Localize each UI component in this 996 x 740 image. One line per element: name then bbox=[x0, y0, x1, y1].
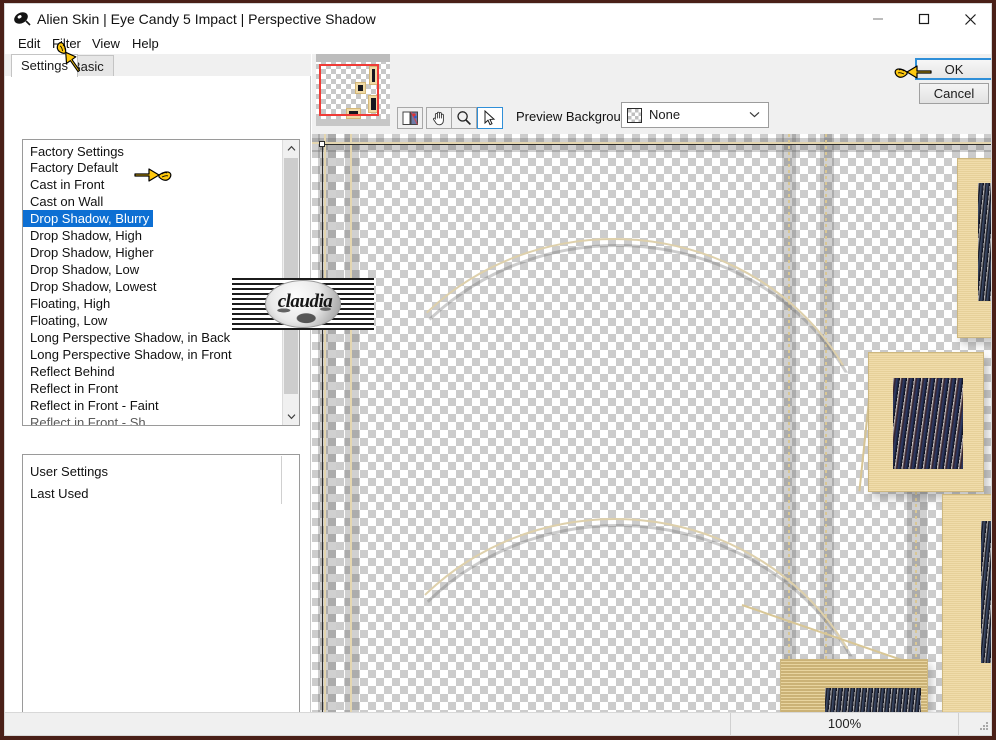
frame-artwork bbox=[978, 183, 991, 301]
navigator-top-band bbox=[316, 54, 390, 62]
application-outer-frame: Alien Skin | Eye Candy 5 Impact | Perspe… bbox=[0, 0, 996, 740]
menu-item-help[interactable]: Help bbox=[129, 36, 162, 52]
list-item[interactable]: Cast in Front bbox=[23, 176, 283, 193]
list-item[interactable]: Drop Shadow, Low bbox=[23, 261, 283, 278]
close-button[interactable] bbox=[947, 4, 991, 34]
list-item-selected-wrap: Drop Shadow, Blurry bbox=[23, 210, 283, 227]
menu-item-view[interactable]: View bbox=[89, 36, 123, 52]
preview-canvas-content bbox=[312, 134, 991, 722]
list-item[interactable]: Last Used bbox=[23, 485, 299, 502]
menu-bar: Edit Filter View Help bbox=[5, 34, 991, 54]
zoom-tool-button[interactable] bbox=[451, 107, 477, 129]
list-divider bbox=[281, 456, 282, 504]
hand-pan-tool-button[interactable] bbox=[426, 107, 452, 129]
shadow-band-horizontal bbox=[312, 138, 991, 152]
cancel-button[interactable]: Cancel bbox=[919, 83, 989, 104]
picture-frame bbox=[957, 158, 991, 338]
decor-line-vertical bbox=[350, 134, 352, 722]
window-title: Alien Skin | Eye Candy 5 Impact | Perspe… bbox=[37, 11, 376, 27]
tab-settings[interactable]: Settings bbox=[11, 54, 78, 77]
hand-icon bbox=[433, 111, 444, 126]
list-item[interactable]: Reflect in Front - Faint bbox=[23, 397, 283, 414]
minimize-button[interactable] bbox=[855, 4, 901, 34]
list-item[interactable]: Reflect Behind bbox=[23, 363, 283, 380]
list-item[interactable]: Drop Shadow, Higher bbox=[23, 244, 283, 261]
chevron-down-icon[interactable] bbox=[749, 109, 760, 121]
maximize-button[interactable] bbox=[901, 4, 947, 34]
chevron-up-icon[interactable] bbox=[283, 140, 299, 157]
selection-handle[interactable] bbox=[319, 141, 325, 147]
list-item[interactable]: Reflect in Front - Sh bbox=[23, 414, 283, 425]
frame-artwork bbox=[981, 521, 991, 663]
arrow-cursor-icon bbox=[484, 110, 496, 126]
list-item[interactable]: Drop Shadow, High bbox=[23, 227, 283, 244]
ok-button[interactable]: OK bbox=[915, 58, 991, 80]
status-bar: 100% bbox=[5, 712, 991, 735]
magnifier-icon bbox=[457, 111, 471, 125]
list-item[interactable]: Reflect in Front bbox=[23, 380, 283, 397]
title-bar: Alien Skin | Eye Candy 5 Impact | Perspe… bbox=[5, 4, 991, 34]
decor-arc bbox=[352, 238, 876, 482]
navigator-thumbnail[interactable] bbox=[316, 54, 390, 126]
arrow-select-tool-button[interactable] bbox=[477, 107, 503, 129]
checkerboard-transparent-swatch-icon bbox=[627, 108, 642, 123]
list-item[interactable]: Factory Settings bbox=[23, 140, 283, 159]
menu-item-edit[interactable]: Edit bbox=[15, 36, 43, 52]
maximize-icon bbox=[918, 13, 930, 25]
shadow-band-vertical bbox=[345, 134, 359, 722]
settings-panel: Settings Basic Factory Settings Factory … bbox=[5, 54, 311, 735]
selection-edge-left bbox=[322, 144, 323, 722]
selection-edge-top bbox=[322, 144, 991, 145]
alienskin-logo-icon bbox=[13, 10, 31, 28]
navigator-bottom-band bbox=[316, 119, 390, 126]
user-settings-list[interactable]: User Settings Last Used bbox=[22, 454, 300, 735]
list-item-drop-shadow-blurry[interactable]: Drop Shadow, Blurry bbox=[23, 210, 154, 227]
status-message-area bbox=[5, 713, 731, 735]
close-icon bbox=[964, 13, 976, 25]
preview-background-value: None bbox=[649, 107, 681, 122]
plugin-window: Alien Skin | Eye Candy 5 Impact | Perspe… bbox=[4, 3, 992, 736]
decor-line-vertical bbox=[324, 134, 326, 722]
picture-frame bbox=[942, 494, 991, 722]
resize-grip-icon[interactable] bbox=[978, 720, 990, 732]
frame-artwork bbox=[893, 378, 963, 469]
compare-view-tool-button[interactable] bbox=[397, 107, 423, 129]
preview-background-select[interactable]: None bbox=[621, 102, 769, 128]
watermark-claudia-overlay: claudia bbox=[232, 278, 374, 330]
preview-canvas[interactable]: claudia bbox=[312, 134, 991, 722]
zoom-level-indicator: 100% bbox=[731, 713, 959, 735]
list-item[interactable]: Cast on Wall bbox=[23, 193, 283, 210]
minimize-icon bbox=[873, 18, 883, 20]
navigator-viewport-rect[interactable] bbox=[319, 64, 379, 116]
menu-item-filter[interactable]: Filter bbox=[49, 36, 84, 52]
shadow-band-vertical bbox=[318, 134, 336, 722]
list-item[interactable]: Factory Default bbox=[23, 159, 283, 176]
watermark-text: claudia bbox=[277, 291, 333, 312]
compare-view-icon bbox=[402, 111, 418, 125]
chevron-down-icon[interactable] bbox=[283, 408, 299, 425]
list-item[interactable]: Long Perspective Shadow, in Front bbox=[23, 346, 283, 363]
scrollbar-thumb[interactable] bbox=[284, 158, 298, 394]
tab-strip: Settings Basic bbox=[5, 54, 311, 77]
settings-panel-body: Factory Settings Factory Default Cast in… bbox=[5, 76, 311, 735]
picture-frame bbox=[868, 352, 984, 492]
list-item[interactable]: Long Perspective Shadow, in Back bbox=[23, 329, 283, 346]
list-item[interactable]: User Settings bbox=[23, 463, 299, 480]
